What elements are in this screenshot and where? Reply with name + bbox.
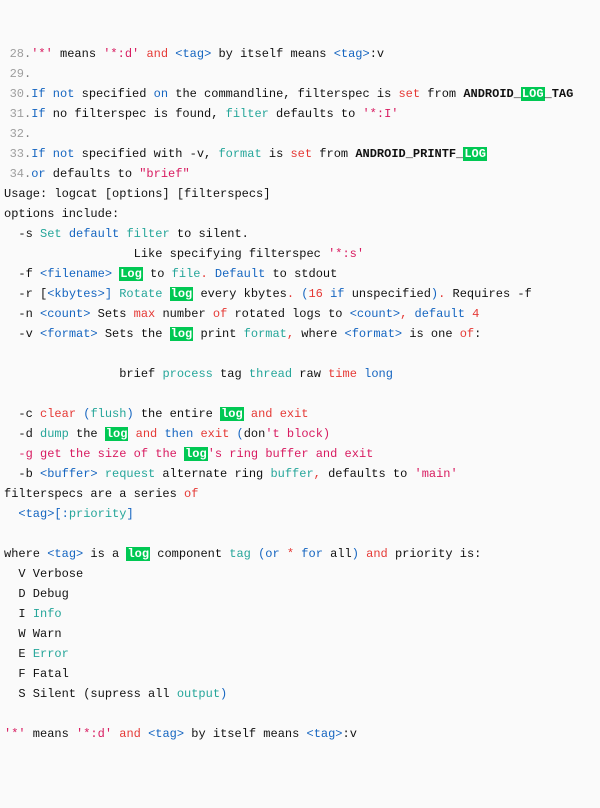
- highlighted-log: log: [220, 407, 244, 421]
- highlighted-log: log: [126, 547, 150, 561]
- opt-d: -d dump the log and then exit (don't blo…: [4, 427, 330, 441]
- priority-verbose: V Verbose: [4, 567, 83, 581]
- highlighted-log: LOG: [463, 147, 487, 161]
- priority-debug: D Debug: [4, 587, 69, 601]
- highlighted-log: LOG: [521, 87, 545, 101]
- highlighted-log: log: [170, 287, 194, 301]
- opt-s-desc: Like specifying filterspec '*:s': [4, 247, 364, 261]
- options-header: options include:: [4, 207, 119, 221]
- line-28: 28.'*' means '*:d' and <tag> by itself m…: [4, 47, 384, 61]
- priority-warn: W Warn: [4, 627, 62, 641]
- opt-b: -b <buffer> request alternate ring buffe…: [4, 467, 458, 481]
- line-30: 30.If not specified on the commandline, …: [4, 87, 573, 101]
- line-31: 31.If no filterspec is found, filter def…: [4, 107, 399, 121]
- where-line: where <tag> is a log component tag (or *…: [4, 547, 481, 561]
- line-number: 31: [4, 104, 24, 124]
- priority-silent: S Silent (supress all output): [4, 687, 227, 701]
- opt-f: -f <filename> Log to file. Default to st…: [4, 267, 337, 281]
- filterspec-syntax: <tag>[:priority]: [4, 507, 134, 521]
- line-number: 32: [4, 124, 24, 144]
- opt-v: -v <format> Sets the log print format, w…: [4, 327, 481, 341]
- line-29: 29.: [4, 67, 31, 81]
- wildcard-line: '*' means '*:d' and <tag> by itself mean…: [4, 727, 357, 741]
- opt-s: -s Set default filter to silent.: [4, 227, 249, 241]
- line-number: 33: [4, 144, 24, 164]
- line-number: 29: [4, 64, 24, 84]
- line-33: 33.If not specified with -v, format is s…: [4, 147, 487, 161]
- highlighted-log: Log: [119, 267, 143, 281]
- opt-n: -n <count> Sets max number of rotated lo…: [4, 307, 479, 321]
- code-listing: 28.'*' means '*:d' and <tag> by itself m…: [4, 44, 596, 744]
- filterspec-header: filterspecs are a series of: [4, 487, 198, 501]
- opt-g: -g get the size of the log's ring buffer…: [4, 447, 373, 461]
- highlighted-log: log: [105, 427, 129, 441]
- token-string: '*': [31, 47, 53, 61]
- priority-fatal: F Fatal: [4, 667, 69, 681]
- highlighted-log: log: [170, 327, 194, 341]
- line-number: 28: [4, 44, 24, 64]
- line-number: 30: [4, 84, 24, 104]
- priority-info: I Info: [4, 607, 62, 621]
- line-number: 34: [4, 164, 24, 184]
- line-34: 34.or defaults to "brief": [4, 167, 190, 181]
- priority-error: E Error: [4, 647, 69, 661]
- formats-list: brief process tag thread raw time long: [4, 367, 393, 381]
- usage-line: Usage: logcat [options] [filterspecs]: [4, 187, 270, 201]
- line-32: 32.: [4, 127, 31, 141]
- opt-r: -r [<kbytes>] Rotate log every kbytes. (…: [4, 287, 532, 301]
- highlighted-log: log: [184, 447, 208, 461]
- opt-c: -c clear (flush) the entire log and exit: [4, 407, 309, 421]
